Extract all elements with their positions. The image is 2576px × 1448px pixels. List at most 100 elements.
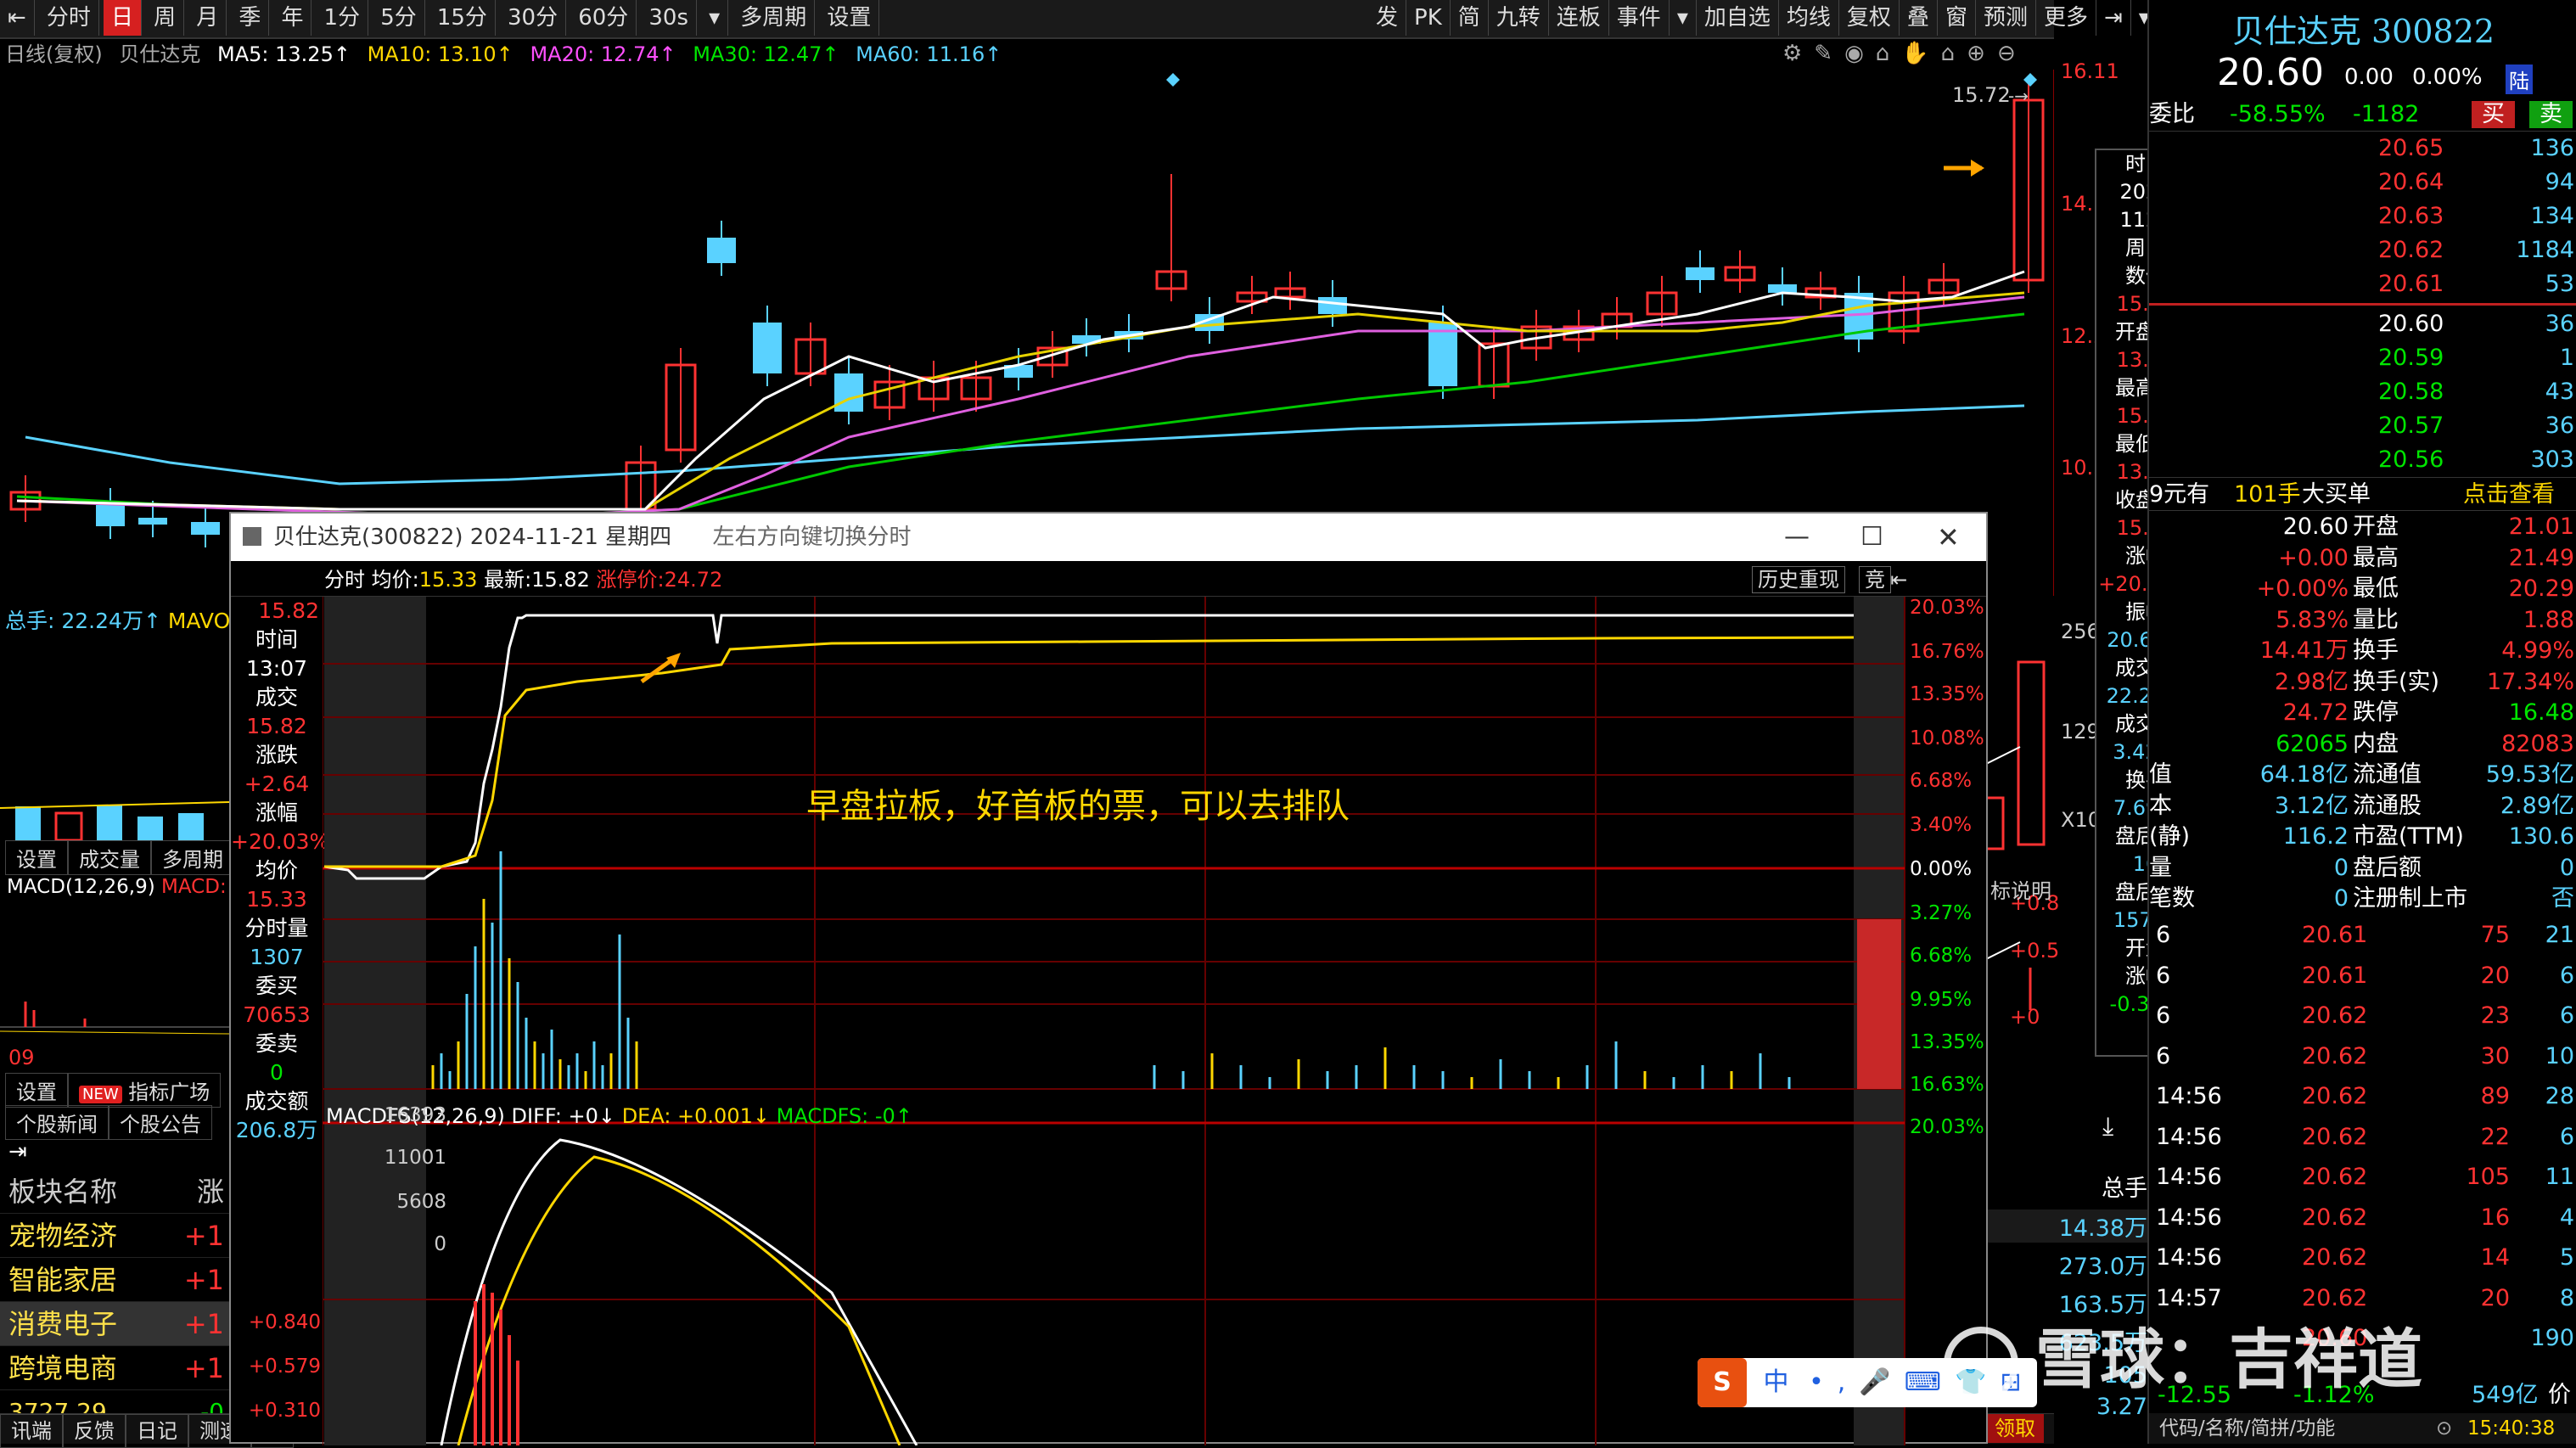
period-5min[interactable]: 5分 (373, 0, 425, 36)
stat-row: 62065 内盘 82083 (2276, 730, 2574, 757)
search-input[interactable]: 代码/名称/简拼/功能 (2149, 1417, 2335, 1440)
bid-row[interactable]: 20.57 36 (2149, 409, 2576, 443)
indicator-settings-button[interactable]: 设置 (5, 840, 68, 875)
clock-time: 15:40:38 (2467, 1417, 2556, 1440)
period-30min[interactable]: 30分 (500, 0, 567, 36)
chevron-down-icon[interactable]: ▾ (1670, 0, 1697, 36)
tool-add-fav[interactable]: 加自选 (1697, 0, 1779, 36)
ask-row[interactable]: 20.61 53 (2149, 267, 2576, 301)
price-pct: 0.00% (2412, 65, 2483, 90)
download-icon[interactable]: ⤓ (2102, 1112, 2113, 1142)
tool-more[interactable]: 更多 (2036, 0, 2096, 36)
status-diary[interactable]: 日记 (126, 1414, 188, 1448)
auction-button[interactable]: 竞 (1859, 566, 1891, 593)
search-bar[interactable]: 代码/名称/简拼/功能 ⊙ 15:40:38 (2149, 1413, 2576, 1444)
sector-row[interactable]: 跨境电商 +1 (0, 1346, 229, 1390)
ask-row[interactable]: 20.63 134 (2149, 199, 2576, 233)
ma10-value: MA10: 13.10↑ (367, 42, 514, 66)
candle (191, 522, 220, 535)
stock-name: 贝仕达克 (119, 42, 201, 66)
stat-row: (静) 116.2 市盈(TTM) 130.6 (2149, 823, 2574, 850)
ask-row[interactable]: 20.65 136 (2149, 132, 2576, 166)
sector-row[interactable]: 智能家居 +1 (0, 1258, 229, 1302)
bid-row[interactable]: 20.60 36 (2149, 307, 2576, 341)
tool-event[interactable]: 事件 (1609, 0, 1670, 36)
settings-button-2[interactable]: 设置 (5, 1073, 68, 1108)
stat-row: 量 0 盘后额 0 (2149, 854, 2574, 881)
chevron-down-icon[interactable]: ▾ (701, 0, 729, 36)
bigorder-row[interactable]: 9元有 101手 大买单 点击查看 (2149, 477, 2576, 511)
period-fenshi[interactable]: 分时 (39, 0, 99, 36)
sector-header: 板块名称涨 (0, 1170, 229, 1214)
chart-tools[interactable]: ⚙✎◉⌂✋⌂⊕⊖ (1782, 41, 2028, 66)
watermark: 雪球：吉祥道 (1944, 1307, 2422, 1401)
ma60-line (25, 404, 2025, 485)
settings-button[interactable]: 设置 (819, 0, 880, 36)
candle (1686, 267, 1715, 280)
period-1min[interactable]: 1分 (317, 0, 369, 36)
tool-pk[interactable]: PK (1406, 0, 1451, 36)
bid-row[interactable]: 20.56 303 (2149, 443, 2576, 477)
maximize-icon[interactable]: ☐ (1860, 514, 1883, 561)
back-icon[interactable]: ⇤ (0, 0, 35, 36)
period-month[interactable]: 月 (188, 0, 227, 36)
sector-row[interactable]: 宠物经济 +1 (0, 1214, 229, 1258)
stat-row: 14.41万 换手 4.99% (2259, 637, 2574, 664)
macd-label: MACD(12,26,9) MACD: (7, 876, 227, 898)
ask-row[interactable]: 20.64 94 (2149, 166, 2576, 199)
tool-forecast[interactable]: 预测 (1976, 0, 2036, 36)
status-item[interactable]: 讯端 (0, 1414, 63, 1448)
period-season[interactable]: 季 (231, 0, 270, 36)
stat-row: 值 64.18亿 流通值 59.53亿 (2149, 761, 2574, 788)
stock-announce-tab[interactable]: 个股公告 (109, 1105, 212, 1140)
ask-row[interactable]: 20.62 1184 (2149, 233, 2576, 267)
stock-news-tab[interactable]: 个股新闻 (5, 1105, 109, 1140)
multi-period-tab[interactable]: 多周期 (151, 840, 234, 875)
tool-ma[interactable]: 均线 (1779, 0, 1839, 36)
period-30s[interactable]: 30s (641, 0, 698, 36)
forward-icon[interactable]: ⇤ (1890, 563, 1907, 597)
tool-jian[interactable]: 简 (1451, 0, 1489, 36)
tool-window[interactable]: 窗 (1938, 0, 1976, 36)
bid-row[interactable]: 20.58 43 (2149, 375, 2576, 409)
minimize-icon[interactable]: — (1784, 514, 1810, 561)
hk-connect-badge: 陆 (2506, 65, 2533, 94)
period-multi[interactable]: 多周期 (732, 0, 816, 36)
history-replay-button[interactable]: 历史重现 (1752, 566, 1845, 593)
stat-row: +0.00% 最低 20.29 (2256, 575, 2574, 602)
popup-infobar: 分时 均价:15.33 最新:15.82 涨停价:24.72 历史重现 竞 ⇤ (231, 563, 1986, 597)
sell-button[interactable]: 卖 (2529, 101, 2573, 128)
sector-row[interactable]: 消费电子 +1 (0, 1302, 229, 1346)
intraday-chart[interactable]: 早盘拉板，好首板的票，可以去排队 MACDFS(12,26,9) DIFF: +… (323, 597, 1990, 1445)
status-feedback[interactable]: 反馈 (63, 1414, 126, 1448)
volume-tab[interactable]: 成交量 (68, 840, 151, 875)
search-icon[interactable]: ⊙ (2436, 1413, 2452, 1444)
tool-overlay[interactable]: 叠 (1900, 0, 1938, 36)
tool-lianban[interactable]: 连板 (1549, 0, 1609, 36)
ime-mode[interactable]: 中 (1764, 1367, 1789, 1397)
bid-row[interactable]: 20.59 1 (2149, 341, 2576, 375)
tool-jiuzhuan[interactable]: 九转 (1489, 0, 1549, 36)
tool-fa[interactable]: 发 (1368, 0, 1407, 36)
period-60min[interactable]: 60分 (570, 0, 637, 36)
ma20-line (16, 295, 2025, 519)
candle (138, 518, 167, 525)
volume-bars (0, 801, 229, 840)
tool-fuquan[interactable]: 复权 (1839, 0, 1900, 36)
app-icon (243, 527, 261, 546)
indicator-square-button[interactable]: NEW 指标广场 (68, 1073, 222, 1108)
period-week[interactable]: 周 (146, 0, 185, 36)
buy-button[interactable]: 买 (2472, 101, 2515, 128)
period-15min[interactable]: 15分 (429, 0, 496, 36)
tick-row: 14:56 20.62 105 11 (2156, 1164, 2574, 1190)
period-day[interactable]: 日 (104, 0, 143, 36)
expand-icon[interactable]: ⇥ (8, 1139, 27, 1165)
dea-line (457, 1155, 901, 1445)
right-macd-axis: +0.8 +0.5 +0 (2010, 891, 2060, 1029)
price-line (323, 614, 1854, 880)
period-year[interactable]: 年 (273, 0, 312, 36)
close-icon[interactable]: ✕ (1937, 514, 1960, 561)
forward-icon[interactable]: ⇥ (2096, 0, 2131, 36)
period-toolbar: ⇤ 分时 日 周 月 季 年 1分 5分 15分 30分 60分 30s ▾ 多… (0, 0, 2158, 39)
current-price: 20.60 (2217, 51, 2324, 94)
